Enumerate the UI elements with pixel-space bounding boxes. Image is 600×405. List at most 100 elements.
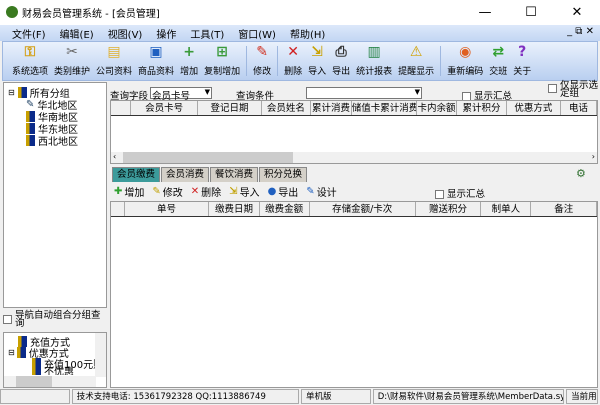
discount-tree[interactable]: 充值方式 ⊟ 优惠方式 充值100元赠 不优惠 — [3, 332, 107, 388]
toolbar-button-0[interactable]: ⚿ 系统选项 — [9, 42, 51, 80]
toolbar-label: 交班 — [489, 67, 508, 77]
key-icon: ⚿ — [24, 44, 36, 60]
toolbar-button-8[interactable]: ⇲ 导入 — [305, 42, 329, 80]
column-header[interactable]: 优惠方式 — [507, 101, 561, 115]
column-header[interactable]: 备注 — [531, 202, 598, 216]
column-header[interactable]: 会员卡号 — [131, 101, 199, 115]
only-selected-checkbox[interactable]: 仅显示选定组 — [548, 81, 598, 98]
toolbar-button-1[interactable]: ✂ 类别维护 — [51, 42, 93, 80]
column-header[interactable]: 卡内余额 — [417, 101, 458, 115]
detail-tabs: 会员缴费 会员消费 餐饮消费 积分兑换 — [110, 164, 598, 182]
column-header[interactable]: 累计积分 — [457, 101, 507, 115]
toolbar-button-3[interactable]: ▣ 商品资料 — [135, 42, 177, 80]
toolbar-button-10[interactable]: ▥ 统计报表 — [353, 42, 395, 80]
payment-grid[interactable]: 单号 缴费日期 缴费金额 存储金额/卡次 赠送积分 制单人 备注 — [110, 201, 598, 388]
current-user: 当前用 — [566, 389, 598, 404]
menu-bar: 文件(F) 编辑(E) 视图(V) 操作 工具(T) 窗口(W) 帮助(H) _… — [0, 25, 600, 41]
folder-icon: ▤ — [107, 44, 121, 60]
menu-view[interactable]: 视图(V) — [108, 26, 143, 41]
detail-delete-button[interactable]: ✕ 删除 — [191, 184, 221, 199]
tree-item[interactable]: 不优惠 — [32, 366, 74, 375]
tree-item[interactable]: 西北地区 — [26, 133, 78, 148]
toolbar-label: 修改 — [253, 67, 272, 77]
chart-icon: ▥ — [367, 44, 381, 60]
toolbar-label: 公司资料 — [96, 67, 133, 77]
tab-2[interactable]: 餐饮消费 — [210, 167, 259, 182]
import-icon: ⇲ — [229, 185, 238, 197]
menu-file[interactable]: 文件(F) — [12, 26, 46, 41]
column-header[interactable]: 累计消费 — [311, 101, 352, 115]
column-header[interactable]: 存储金额/卡次 — [310, 202, 416, 216]
row-header — [111, 202, 125, 216]
menu-tools[interactable]: 工具(T) — [190, 26, 224, 41]
column-header[interactable]: 制单人 — [481, 202, 532, 216]
settings-icon[interactable]: ⚙ — [576, 167, 586, 180]
tab-0[interactable]: 会员缴费 — [112, 167, 161, 182]
detail-export-button[interactable]: ● 导出 — [268, 184, 299, 199]
tools-icon: ✂ — [66, 44, 78, 60]
maximize-button[interactable]: ☐ — [508, 0, 554, 25]
toolbar-separator — [440, 46, 442, 76]
recode-icon: ◉ — [459, 44, 472, 60]
menu-help[interactable]: 帮助(H) — [290, 26, 325, 41]
edit-icon: ✎ — [152, 185, 161, 197]
toolbar-button-7[interactable]: ✕ 删除 — [281, 42, 305, 80]
book-icon — [26, 135, 35, 146]
menu-edit[interactable]: 编辑(E) — [60, 26, 94, 41]
tab-1[interactable]: 会员消费 — [161, 167, 210, 182]
toolbar-separator — [277, 46, 279, 76]
toolbar-label: 删除 — [284, 67, 303, 77]
support-info: 技术支持电话: 15361792328 QQ:1113886749 — [71, 389, 299, 404]
add-icon: ✚ — [114, 185, 123, 197]
add-user-icon: + — [183, 44, 195, 60]
detail-edit-button[interactable]: ✎ 修改 — [152, 184, 182, 199]
payment-grid-header: 单号 缴费日期 缴费金额 存储金额/卡次 赠送积分 制单人 备注 — [111, 202, 598, 217]
column-header[interactable]: 会员姓名 — [262, 101, 312, 115]
detail-import-button[interactable]: ⇲ 导入 — [229, 184, 259, 199]
query-condition-select[interactable]: ▼ — [306, 87, 422, 99]
toolbar: ⚿ 系统选项 ✂ 类别维护 ▤ 公司资料 ▣ 商品资料 + 增加 ⊞ 复制增加 ✎ 修改 ✕ 删除 ⇲ 导入 ⎙ 导出… — [2, 41, 598, 81]
toolbar-button-13[interactable]: ⇄ 交班 — [486, 42, 510, 80]
pencil-icon: ✎ — [256, 44, 268, 60]
column-header[interactable]: 缴费金额 — [260, 202, 310, 216]
status-bar: 技术支持电话: 15361792328 QQ:1113886749 单机版 D:… — [0, 389, 600, 405]
query-field-select[interactable]: 会员卡号 ▼ — [150, 87, 212, 102]
toolbar-label: 类别维护 — [54, 67, 91, 77]
column-header[interactable]: 电话 — [561, 101, 598, 115]
shift-icon: ⇄ — [492, 44, 505, 60]
toolbar-button-6[interactable]: ✎ 修改 — [250, 42, 274, 80]
vertical-scrollbar[interactable] — [95, 333, 106, 377]
minimize-button[interactable]: — — [462, 0, 508, 25]
nav-auto-combine-checkbox[interactable]: 导航自动组合分组查询 — [3, 311, 107, 330]
toolbar-button-12[interactable]: ◉ 重新编码 — [444, 42, 486, 80]
toolbar-button-4[interactable]: + 增加 — [177, 42, 201, 80]
toolbar-button-11[interactable]: ⚠ 提醒显示 — [395, 42, 437, 80]
group-tree[interactable]: ⊟ 所有分组 ✎ 华北地区 华南地区 华东地区 西北地区 — [3, 82, 107, 308]
mdi-controls[interactable]: _ ⧉ ✕ — [567, 26, 594, 37]
member-grid[interactable]: 会员卡号 登记日期 会员姓名 累计消费 储值卡累计消费 卡内余额 累计积分 优惠方式 电话 ‹ › — [110, 100, 598, 164]
window-title: 财易会员管理系统 - [会员管理] — [22, 9, 160, 20]
tab-3[interactable]: 积分兑换 — [259, 167, 308, 182]
title-bar: 财易会员管理系统 - [会员管理] — ☐ ✕ — [0, 0, 600, 25]
column-header[interactable]: 赠送积分 — [416, 202, 482, 216]
horizontal-scrollbar[interactable] — [4, 376, 96, 387]
horizontal-scrollbar[interactable]: ‹ › — [111, 152, 597, 163]
column-header[interactable]: 缴费日期 — [209, 202, 260, 216]
close-button[interactable]: ✕ — [554, 0, 600, 25]
toolbar-button-5[interactable]: ⊞ 复制增加 — [201, 42, 243, 80]
toolbar-button-14[interactable]: ? 关于 — [510, 42, 534, 80]
detail-show-total-checkbox[interactable]: 显示汇总 — [435, 186, 485, 200]
column-header[interactable]: 单号 — [125, 202, 210, 216]
button-label: 导出 — [278, 187, 299, 199]
column-header[interactable]: 储值卡累计消费 — [352, 101, 417, 115]
menu-window[interactable]: 窗口(W) — [238, 26, 276, 41]
toolbar-button-2[interactable]: ▤ 公司资料 — [93, 42, 135, 80]
toolbar-button-9[interactable]: ⎙ 导出 — [329, 42, 353, 80]
toolbar-label: 提醒显示 — [398, 67, 435, 77]
column-header[interactable]: 登记日期 — [198, 101, 262, 115]
menu-operate[interactable]: 操作 — [156, 26, 176, 41]
detail-design-button[interactable]: ✎ 设计 — [306, 184, 336, 199]
detail-add-button[interactable]: ✚ 增加 — [114, 184, 144, 199]
button-label: 删除 — [201, 187, 222, 199]
toolbar-separator — [246, 46, 248, 76]
